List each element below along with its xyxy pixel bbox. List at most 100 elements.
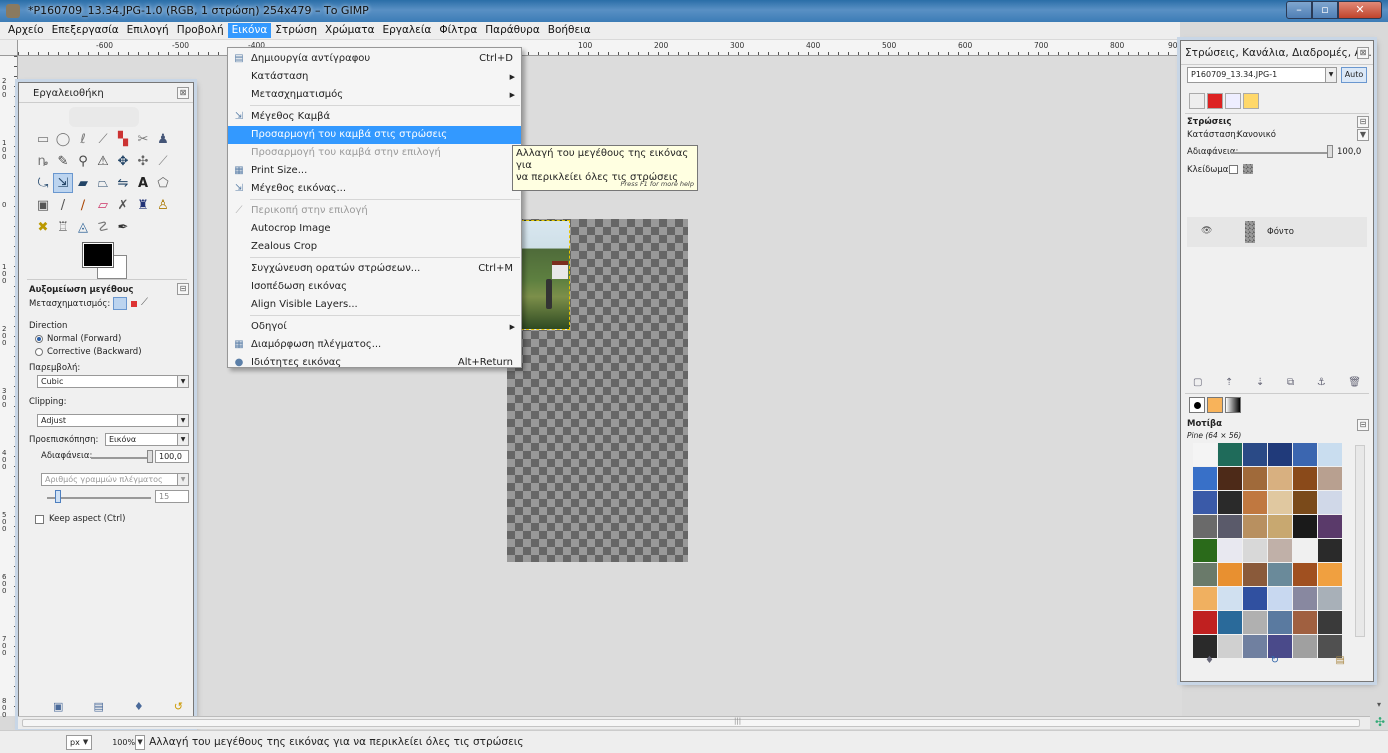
wilber-drop-area[interactable]: [69, 107, 139, 127]
mode-value[interactable]: Κανονικό: [1237, 130, 1276, 140]
menu-6[interactable]: Χρώματα: [321, 23, 379, 38]
image-menu-item-3[interactable]: ⇲ Μέγεθος Καμβά: [228, 108, 521, 126]
pattern-swatch[interactable]: [1193, 587, 1217, 610]
fuzzy-select-icon[interactable]: ⟋: [93, 129, 113, 149]
cage-icon[interactable]: ⬠: [153, 173, 173, 193]
tool-options-menu-icon[interactable]: ⊟: [177, 283, 189, 295]
pattern-swatch[interactable]: [1243, 563, 1267, 586]
pattern-swatch[interactable]: [1243, 467, 1267, 490]
pattern-swatch[interactable]: [1293, 515, 1317, 538]
image-menu-item-12[interactable]: Ισοπέδωση εικόνας: [228, 278, 521, 296]
pattern-swatch[interactable]: [1218, 467, 1242, 490]
pattern-swatch[interactable]: [1218, 515, 1242, 538]
pattern-swatch[interactable]: [1293, 563, 1317, 586]
image-menu-item-10[interactable]: Zealous Crop: [228, 238, 521, 256]
close-button[interactable]: ✕: [1338, 1, 1382, 19]
pattern-swatch[interactable]: [1218, 491, 1242, 514]
crop-tool-icon[interactable]: ⟋: [153, 151, 173, 171]
direction-corrective-radio[interactable]: [35, 348, 43, 356]
pattern-swatch[interactable]: [1268, 563, 1292, 586]
rect-select-icon[interactable]: ▭: [33, 129, 53, 149]
pattern-swatch[interactable]: [1193, 467, 1217, 490]
menu-9[interactable]: Παράθυρα: [481, 23, 544, 38]
free-select-icon[interactable]: ℓ: [73, 129, 93, 149]
transform-path-icon[interactable]: ⟋: [141, 297, 148, 308]
gradients-tab-icon[interactable]: [1225, 397, 1241, 413]
patterns-tab-icon[interactable]: [1207, 397, 1223, 413]
ink-icon[interactable]: ♜: [133, 195, 153, 215]
window-title-bar[interactable]: *P160709_13.34.JPG-1.0 (RGB, 1 στρώση) 2…: [0, 0, 1388, 22]
ruler-corner[interactable]: [0, 40, 18, 56]
rotate-icon[interactable]: ⤿: [33, 173, 53, 193]
pattern-swatch[interactable]: [1318, 467, 1342, 490]
pattern-swatch[interactable]: [1318, 491, 1342, 514]
lower-layer-icon[interactable]: ⇣: [1256, 377, 1264, 388]
pattern-swatch[interactable]: [1193, 491, 1217, 514]
text-icon[interactable]: A: [133, 173, 153, 193]
pattern-swatch[interactable]: [1293, 467, 1317, 490]
ellipse-select-icon[interactable]: ◯: [53, 129, 73, 149]
edit-pattern-icon[interactable]: ♦: [1205, 655, 1214, 666]
pattern-swatch[interactable]: [1218, 563, 1242, 586]
pattern-swatch[interactable]: [1293, 539, 1317, 562]
align-icon[interactable]: ✣: [133, 151, 153, 171]
pattern-swatch[interactable]: [1318, 443, 1342, 466]
menu-10[interactable]: Βοήθεια: [544, 23, 595, 38]
layer-visibility-eye-icon[interactable]: 👁: [1201, 226, 1212, 236]
layer-opacity-slider[interactable]: [1231, 152, 1327, 154]
dodge-burn-icon[interactable]: ✒: [113, 217, 133, 237]
image-select[interactable]: P160709_13.34.JPG-1 ▼: [1187, 67, 1337, 83]
navigate-icon[interactable]: ✣: [1372, 716, 1388, 729]
unit-select[interactable]: px ▼: [66, 734, 93, 750]
grid-lines-select[interactable]: Αριθμός γραμμών πλέγματος ▼: [41, 473, 189, 486]
color-select-icon[interactable]: ▚: [113, 129, 133, 149]
heal-icon[interactable]: ✖: [33, 217, 53, 237]
pattern-swatch[interactable]: [1243, 611, 1267, 634]
pattern-swatch[interactable]: [1293, 587, 1317, 610]
pattern-swatch[interactable]: [1218, 611, 1242, 634]
delete-options-icon[interactable]: ♦: [134, 700, 144, 713]
opacity-slider-handle[interactable]: [147, 450, 153, 463]
pencil-icon[interactable]: /: [53, 195, 73, 215]
vertical-ruler[interactable]: 200 100 0 100 200 300 400 500 600 700 800: [0, 56, 18, 719]
pattern-swatch[interactable]: [1318, 587, 1342, 610]
delete-layer-icon[interactable]: 🗑: [1348, 377, 1361, 388]
image-menu-item-2[interactable]: Μετασχηματισμός ▶: [228, 86, 521, 104]
horizontal-scrollbar[interactable]: |||: [18, 716, 1370, 729]
pattern-swatch[interactable]: [1318, 539, 1342, 562]
restore-options-icon[interactable]: ▤: [93, 700, 103, 713]
refresh-patterns-icon[interactable]: ↻: [1271, 655, 1279, 666]
move-icon[interactable]: ✥: [113, 151, 133, 171]
transform-selection-icon[interactable]: [131, 301, 137, 307]
foreground-select-icon[interactable]: ♟: [153, 129, 173, 149]
grid-lines-spinbox[interactable]: 15: [155, 490, 189, 503]
auto-button[interactable]: Auto: [1341, 67, 1367, 83]
brushes-tab-icon[interactable]: [1189, 397, 1205, 413]
zoom-to-window-icon[interactable]: ▾: [1372, 700, 1386, 714]
pattern-swatch[interactable]: [1193, 563, 1217, 586]
image-menu-item-14[interactable]: Οδηγοί ▶: [228, 318, 521, 336]
layer-name[interactable]: Φόντο: [1267, 227, 1294, 237]
pattern-swatch[interactable]: [1268, 467, 1292, 490]
channels-tab-icon[interactable]: [1207, 93, 1223, 109]
measure-icon[interactable]: ⚠: [93, 151, 113, 171]
save-options-icon[interactable]: ▣: [53, 700, 63, 713]
dock-close-icon[interactable]: ⊠: [1357, 47, 1369, 59]
pattern-swatch[interactable]: [1193, 539, 1217, 562]
direction-normal-radio[interactable]: [35, 335, 43, 343]
pattern-swatch[interactable]: [1268, 515, 1292, 538]
toolbox-close-icon[interactable]: ⊠: [177, 87, 189, 99]
shear-icon[interactable]: ▰: [73, 173, 93, 193]
undo-tab-icon[interactable]: [1243, 93, 1259, 109]
preview-select[interactable]: Εικόνα ▼: [105, 433, 189, 446]
horizontal-ruler[interactable]: -600 -500 -400 100 200 300 400 500 600 700 800 900: [18, 40, 1182, 56]
transform-layer-icon[interactable]: [113, 297, 127, 310]
pattern-swatch[interactable]: [1243, 491, 1267, 514]
menu-7[interactable]: Εργαλεία: [379, 23, 436, 38]
maximize-button[interactable]: ▫: [1312, 1, 1338, 19]
anchor-layer-icon[interactable]: ⚓: [1317, 377, 1326, 388]
foreground-color-swatch[interactable]: [82, 242, 114, 268]
pattern-swatch[interactable]: [1318, 515, 1342, 538]
layers-panel-menu-icon[interactable]: ⊟: [1357, 116, 1369, 128]
image-menu-item-0[interactable]: ▤ Δημιουργία αντίγραφου Ctrl+D: [228, 50, 521, 68]
